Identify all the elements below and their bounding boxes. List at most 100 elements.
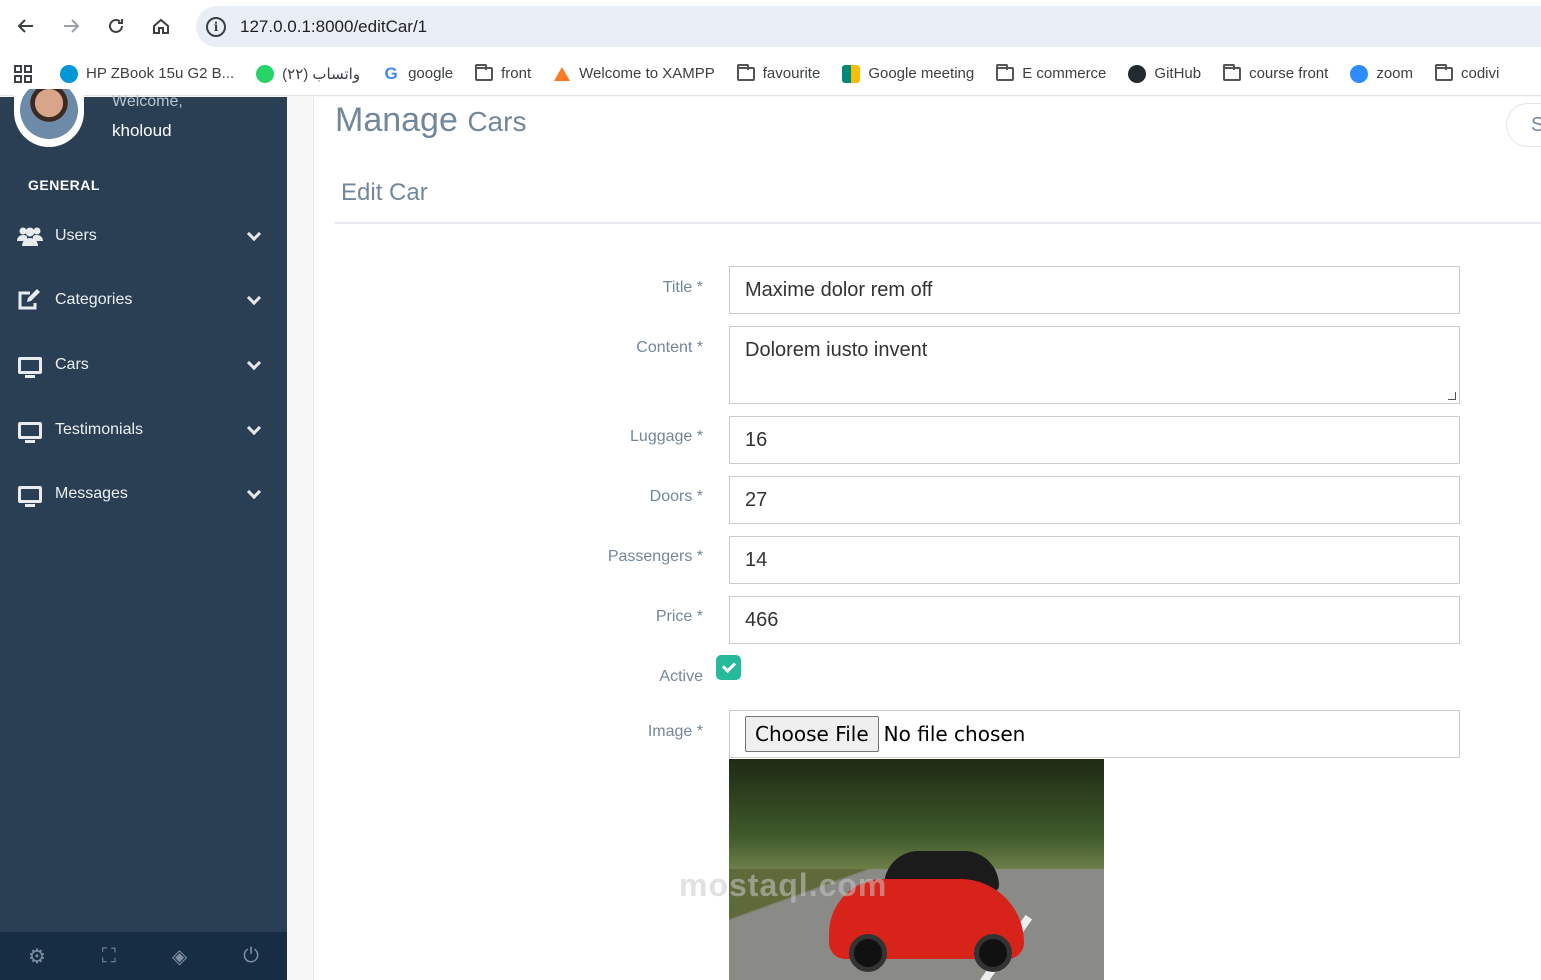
active-label: Active <box>659 668 703 685</box>
github-icon <box>1128 64 1147 83</box>
meet-icon <box>842 64 861 83</box>
chevron-down-icon <box>246 420 262 436</box>
bookmark-label: GitHub <box>1154 65 1202 82</box>
bookmark-google[interactable]: Ggoogle <box>382 63 454 83</box>
search-input[interactable]: S <box>1506 103 1541 147</box>
luggage-input[interactable]: 16 <box>729 416 1460 464</box>
title-input[interactable]: Maxime dolor rem off <box>729 266 1460 314</box>
username: kholoud <box>112 121 172 140</box>
chevron-down-icon <box>246 290 262 306</box>
reload-icon[interactable] <box>102 12 130 40</box>
forward-icon[interactable] <box>57 12 85 40</box>
page-title-main: Manage <box>335 101 458 139</box>
active-checkbox[interactable] <box>716 655 741 680</box>
power-icon[interactable]: ⏻ <box>243 945 259 968</box>
doors-label: Doors * <box>649 488 703 505</box>
watermark: mostaql.com <box>679 867 888 903</box>
title-label: Title * <box>662 279 703 296</box>
google-icon: G <box>384 63 398 83</box>
url-text: 127.0.0.1:8000/editCar/1 <box>240 16 428 36</box>
resize-handle-icon[interactable] <box>1448 392 1456 400</box>
bookmark-ecommerce[interactable]: E commerce <box>996 63 1107 83</box>
content-textarea[interactable]: Dolorem iusto invent <box>729 326 1460 404</box>
main-content: Manage Cars S Edit Car Title * Maxime do… <box>313 97 1541 980</box>
bookmarks-bar: HP ZBook 15u G2 B... واتساب (٢٢) Ggoogle… <box>0 52 1541 96</box>
bookmark-label: codivi <box>1461 65 1500 82</box>
zoom-icon <box>1350 64 1369 83</box>
image-label: Image * <box>647 723 703 740</box>
bookmark-whatsapp[interactable]: واتساب (٢٢) <box>256 64 361 83</box>
passengers-label: Passengers * <box>607 548 703 565</box>
image-file-input[interactable]: Choose File No file chosen <box>729 710 1460 758</box>
sidebar-item-label: Testimonials <box>55 421 144 438</box>
bookmark-label: HP ZBook 15u G2 B... <box>86 65 235 82</box>
welcome-text: Welcome, <box>112 93 183 110</box>
bookmark-zoom[interactable]: zoom <box>1350 64 1413 83</box>
sidebar-item-label: Users <box>55 227 97 244</box>
file-status: No file chosen <box>883 722 1026 746</box>
monitor-icon <box>17 354 43 378</box>
chevron-down-icon <box>246 355 262 371</box>
luggage-label: Luggage * <box>630 428 703 445</box>
back-icon[interactable] <box>12 12 40 40</box>
choose-file-button[interactable]: Choose File <box>745 716 879 752</box>
bookmark-label: course front <box>1249 65 1329 82</box>
folder-icon <box>1435 63 1453 83</box>
monitor-icon <box>17 419 43 443</box>
folder-icon <box>1223 63 1242 83</box>
bookmark-codivi[interactable]: codivi <box>1435 63 1500 83</box>
bookmark-favourite[interactable]: favourite <box>736 63 821 83</box>
site-info-icon[interactable]: i <box>206 16 226 37</box>
folder-icon <box>736 63 755 83</box>
eye-slash-icon[interactable]: ◈ <box>172 944 187 969</box>
bookmark-label: google <box>408 65 454 82</box>
bookmark-label: واتساب (٢٢) <box>282 65 361 83</box>
bookmark-label: Google meeting <box>868 65 975 82</box>
bookmark-xampp[interactable]: Welcome to XAMPP <box>553 65 715 83</box>
sidebar-item-categories[interactable]: Categories <box>0 280 287 320</box>
passengers-input[interactable]: 14 <box>729 536 1460 584</box>
home-icon[interactable] <box>147 12 175 40</box>
content-text: Dolorem iusto invent <box>745 339 928 361</box>
whatsapp-icon <box>256 64 275 83</box>
sidebar-item-users[interactable]: Users <box>0 216 287 256</box>
chevron-down-icon <box>246 226 262 242</box>
browser-toolbar: i 127.0.0.1:8000/editCar/1 <box>0 0 1541 52</box>
bookmark-front[interactable]: front <box>475 63 532 83</box>
folder-icon <box>996 63 1015 83</box>
card-title: Edit Car <box>341 179 428 206</box>
xampp-icon <box>553 65 571 83</box>
bookmark-label: zoom <box>1376 65 1413 82</box>
bookmark-google-meeting[interactable]: Google meeting <box>842 64 975 83</box>
bookmark-course-front[interactable]: course front <box>1223 63 1329 83</box>
bookmark-hp[interactable]: HP ZBook 15u G2 B... <box>60 64 235 83</box>
folder-icon <box>475 63 494 83</box>
sidebar: Welcome, kholoud GENERAL Users Categorie… <box>0 89 287 980</box>
sidebar-section-title: GENERAL <box>28 177 100 193</box>
edit-icon <box>17 289 43 311</box>
settings-icon[interactable]: ⚙ <box>28 944 46 969</box>
sidebar-item-label: Messages <box>55 485 128 502</box>
address-bar[interactable]: i 127.0.0.1:8000/editCar/1 <box>196 6 1541 47</box>
price-input[interactable]: 466 <box>729 596 1460 644</box>
avatar <box>14 89 84 147</box>
bookmark-label: Welcome to XAMPP <box>579 65 715 82</box>
users-icon <box>17 225 43 247</box>
sidebar-item-messages[interactable]: Messages <box>0 474 287 514</box>
sidebar-footer: ⚙ ⛶ ◈ ⏻ <box>0 932 287 980</box>
bookmark-github[interactable]: GitHub <box>1128 64 1202 83</box>
sidebar-item-cars[interactable]: Cars <box>0 345 287 385</box>
sidebar-item-testimonials[interactable]: Testimonials <box>0 410 287 450</box>
page-title-sub: Cars <box>467 106 527 137</box>
monitor-icon <box>17 483 43 507</box>
bookmark-label: favourite <box>762 65 821 82</box>
apps-icon[interactable] <box>14 64 32 83</box>
sidebar-item-label: Cars <box>55 356 89 373</box>
hp-icon <box>60 64 78 83</box>
sidebar-item-label: Categories <box>55 291 133 308</box>
divider <box>335 222 1541 224</box>
fullscreen-icon[interactable]: ⛶ <box>102 945 116 968</box>
bookmark-label: E commerce <box>1022 65 1107 82</box>
doors-input[interactable]: 27 <box>729 476 1460 524</box>
bookmark-label: front <box>501 65 532 82</box>
